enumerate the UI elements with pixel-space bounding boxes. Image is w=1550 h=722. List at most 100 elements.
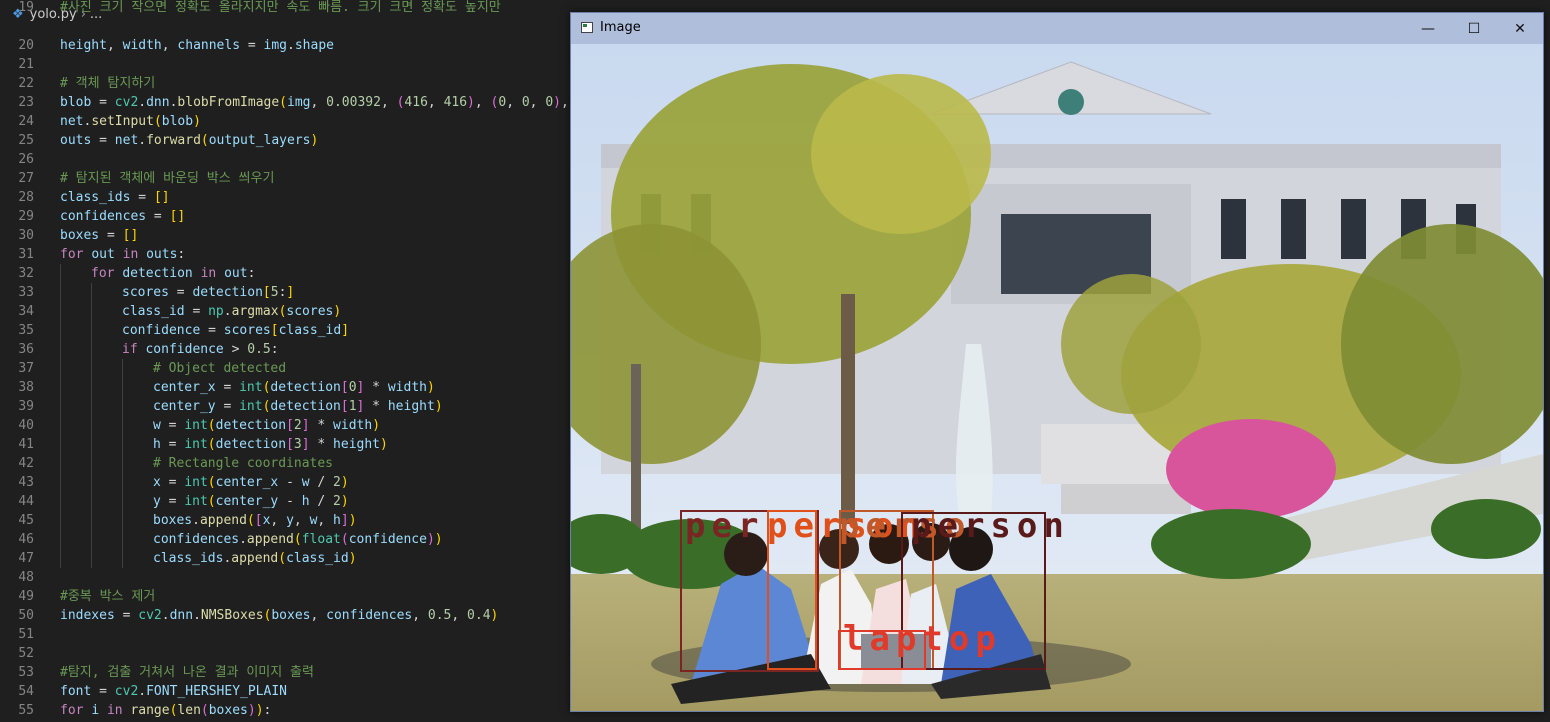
code-line[interactable]: 50 indexes = cv2.dnn.NMSBoxes(boxes, conf… [0, 606, 600, 625]
indent-guide [91, 416, 92, 435]
indent-guide [91, 340, 92, 359]
code-line[interactable]: 24 net.setInput(blob) [0, 112, 600, 131]
code-token: . [161, 608, 170, 623]
code-line[interactable]: 47 class_ids.append(class_id) [0, 549, 600, 568]
code-line[interactable]: 32 for detection in out: [0, 264, 600, 283]
code-token: 2 [333, 475, 341, 490]
code-line[interactable]: 51 [0, 625, 600, 644]
line-number: 52 [18, 646, 34, 661]
line-text: confidences = [] [60, 207, 185, 226]
code-token: [] [153, 190, 170, 205]
code-token: . [287, 38, 295, 53]
code-token: class_id [278, 323, 342, 338]
code-token: > [223, 342, 248, 357]
close-button[interactable]: ✕ [1497, 13, 1543, 44]
line-text: height, width, channels = img.shape [60, 36, 334, 55]
code-token: scores [286, 304, 334, 319]
code-token: confidences [326, 608, 413, 623]
code-token: width [333, 418, 373, 433]
maximize-button[interactable]: ☐ [1451, 13, 1497, 44]
code-line[interactable]: 26 [0, 150, 600, 169]
code-token: ) [247, 703, 256, 718]
code-line[interactable]: 52 [0, 644, 600, 663]
code-token: / [309, 475, 334, 490]
code-token: 2 [293, 418, 302, 433]
code-token: cv2 [114, 95, 139, 110]
code-line[interactable]: 39 center_y = int(detection[1] * height) [0, 397, 600, 416]
code-token: h [153, 437, 161, 452]
code-token: for [60, 247, 84, 262]
indent-guide [122, 454, 123, 473]
line-number: 47 [18, 551, 34, 566]
line-text: for i in range(len(boxes)): [60, 701, 271, 720]
code-line[interactable]: 21 [0, 55, 600, 74]
indent-guide [60, 378, 61, 397]
indent-guide [91, 492, 92, 511]
code-line[interactable]: 43 x = int(center_x - w / 2) [0, 473, 600, 492]
window-titlebar[interactable]: Image — ☐ ✕ [571, 13, 1543, 44]
code-token: 0.5 [247, 342, 271, 357]
code-token: w [301, 475, 310, 490]
code-line[interactable]: 25 outs = net.forward(output_layers) [0, 131, 600, 150]
code-token: ) [372, 418, 381, 433]
image-window[interactable]: Image — ☐ ✕ per person perso person lapt… [570, 12, 1544, 712]
code-line[interactable]: 30 boxes = [] [0, 226, 600, 245]
code-line[interactable]: 28 class_ids = [] [0, 188, 600, 207]
code-line[interactable]: 36 if confidence > 0.5: [0, 340, 600, 359]
code-line[interactable]: 48 [0, 568, 600, 587]
indent-guide [60, 264, 61, 283]
code-token: = [91, 684, 115, 699]
code-line[interactable]: 22 # 객체 탐지하기 [0, 74, 600, 93]
code-token: dnn [169, 608, 194, 623]
code-line[interactable]: 53 #탐지, 검출 거쳐서 나온 결과 이미지 출력 [0, 663, 600, 682]
code-line[interactable]: 40 w = int(detection[2] * width) [0, 416, 600, 435]
code-token: ) [434, 399, 443, 414]
code-token: out [91, 247, 115, 262]
code-line[interactable]: 41 h = int(detection[3] * height) [0, 435, 600, 454]
code-token: img [287, 95, 311, 110]
code-token: [ [270, 323, 279, 338]
code-line[interactable]: 54 font = cv2.FONT_HERSHEY_PLAIN [0, 682, 600, 701]
code-token: width [387, 380, 427, 395]
code-token: height [333, 437, 381, 452]
code-token: blobFromImage [177, 95, 280, 110]
code-line[interactable]: 33 scores = detection[5:] [0, 283, 600, 302]
indent-guide [91, 378, 92, 397]
code-line[interactable]: 37 # Object detected [0, 359, 600, 378]
minimize-button[interactable]: — [1405, 13, 1451, 44]
code-line[interactable]: 20 height, width, channels = img.shape [0, 36, 600, 55]
code-line[interactable]: 49 #중복 박스 제거 [0, 587, 600, 606]
code-line[interactable]: 19 #사진 크기 작으면 정확도 올라지지만 속도 빠름. 크기 크면 정확도 … [0, 0, 600, 17]
code-token: , [161, 38, 178, 53]
code-token: int [239, 399, 263, 414]
indent-guide [91, 473, 92, 492]
code-line[interactable]: 44 y = int(center_y - h / 2) [0, 492, 600, 511]
code-token: ( [340, 532, 349, 547]
line-number: 45 [18, 513, 34, 528]
indent-guide [122, 530, 123, 549]
code-line[interactable]: 31 for out in outs: [0, 245, 600, 264]
code-line[interactable]: 45 boxes.append([x, y, w, h]) [0, 511, 600, 530]
code-token: blob [60, 95, 92, 110]
line-number: 27 [18, 171, 34, 186]
line-number: 33 [18, 285, 34, 300]
code-line[interactable]: 42 # Rectangle coordinates [0, 454, 600, 473]
code-token: - [278, 494, 302, 509]
code-line[interactable]: 35 confidence = scores[class_id] [0, 321, 600, 340]
code-token: #사진 크기 작으면 정확도 올라지지만 속도 빠름. 크기 크면 정확도 높지… [60, 0, 501, 15]
code-token: = [160, 418, 185, 433]
code-line[interactable]: 27 # 탐지된 객체에 바운딩 박스 씌우기 [0, 169, 600, 188]
code-line[interactable]: 55 for i in range(len(boxes)): [0, 701, 600, 720]
line-number: 23 [18, 95, 34, 110]
code-token: , [380, 95, 397, 110]
code-line[interactable]: 46 confidences.append(float(confidence)) [0, 530, 600, 549]
line-text: blob = cv2.dnn.blobFromImage(img, 0.0039… [60, 93, 584, 112]
code-token: ( [293, 532, 302, 547]
line-number: 19 [18, 0, 34, 15]
code-token: width [122, 38, 162, 53]
line-text: #탐지, 검출 거쳐서 나온 결과 이미지 출력 [60, 663, 314, 682]
code-line[interactable]: 38 center_x = int(detection[0] * width) [0, 378, 600, 397]
code-line[interactable]: 23 blob = cv2.dnn.blobFromImage(img, 0.00… [0, 93, 600, 112]
code-line[interactable]: 34 class_id = np.argmax(scores) [0, 302, 600, 321]
code-line[interactable]: 29 confidences = [] [0, 207, 600, 226]
